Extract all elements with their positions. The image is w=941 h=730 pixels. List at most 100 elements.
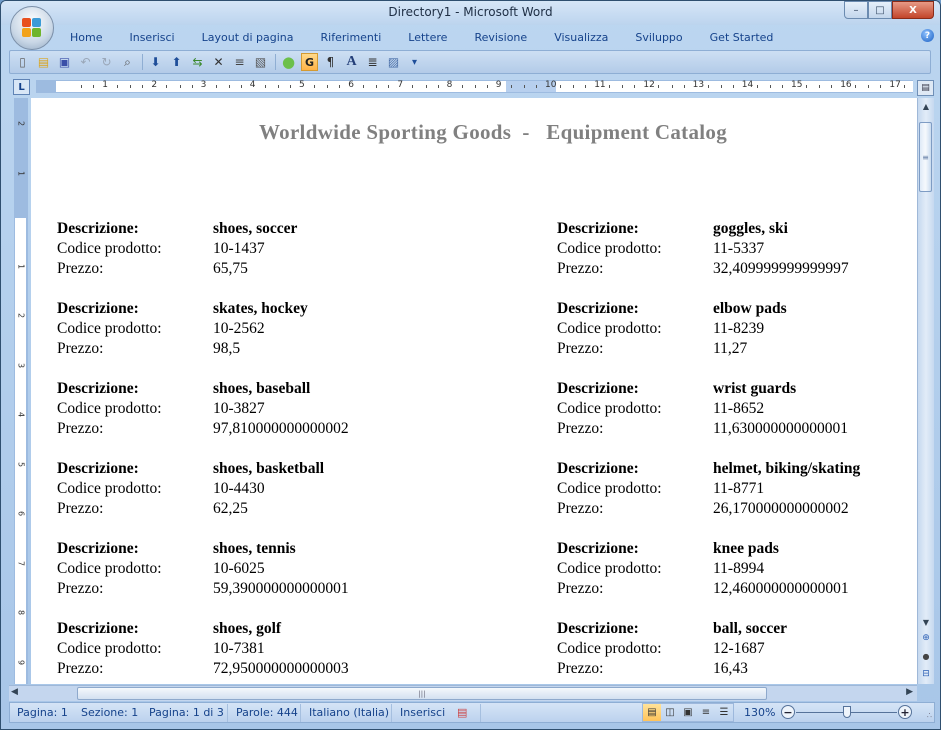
- tab-home[interactable]: Home: [57, 27, 116, 49]
- redo-icon[interactable]: ↻: [98, 53, 115, 71]
- font-a-icon[interactable]: A: [343, 53, 360, 71]
- horizontal-scrollbar[interactable]: ◀ ||| ▶: [9, 685, 917, 701]
- tab-revisione[interactable]: Revisione: [461, 27, 541, 49]
- ruler-tick: [264, 85, 266, 88]
- status-word-count[interactable]: Parole: 444: [236, 706, 298, 719]
- zoom-slider-thumb[interactable]: [842, 706, 851, 718]
- description-label: Descrizione:: [557, 540, 639, 557]
- help-icon[interactable]: ?: [921, 29, 934, 42]
- undo-icon[interactable]: ↶: [77, 53, 94, 71]
- scroll-left-arrow-icon[interactable]: ◀: [11, 687, 18, 697]
- pilcrow-icon[interactable]: ¶: [322, 53, 339, 71]
- product-description: shoes, golf: [213, 620, 282, 637]
- outline-view-icon[interactable]: ≡: [697, 704, 715, 721]
- status-separator: [391, 704, 392, 722]
- ruler-number: 4: [16, 411, 26, 418]
- status-language[interactable]: Italiano (Italia): [309, 706, 389, 719]
- ruler-tick: [376, 85, 378, 88]
- ruler-tick: [609, 85, 611, 88]
- zoom-out-button[interactable]: −: [781, 705, 795, 719]
- delete-icon[interactable]: ✕: [210, 53, 227, 71]
- product-description: goggles, ski: [713, 220, 788, 237]
- ruler-number: 1: [16, 170, 26, 176]
- status-separator: [480, 704, 481, 722]
- window-title: Directory1 - Microsoft Word: [388, 5, 553, 19]
- product-record: Descrizione: elbow pads Codice prodotto: 1…: [557, 299, 897, 379]
- view-ruler-button[interactable]: ▤: [917, 80, 934, 96]
- ruler-tick: [314, 85, 315, 88]
- draft-view-icon[interactable]: ☰: [715, 704, 733, 721]
- status-page[interactable]: Pagina: 1: [17, 706, 68, 719]
- resize-grip-icon[interactable]: ∴: [927, 711, 932, 720]
- move-up-icon[interactable]: ⬆: [168, 53, 185, 71]
- maximize-button[interactable]: □: [868, 1, 892, 19]
- tab-riferimenti[interactable]: Riferimenti: [308, 27, 396, 49]
- tab-sviluppo[interactable]: Sviluppo: [622, 27, 696, 49]
- customize-toolbar-icon[interactable]: ▾: [406, 53, 423, 71]
- database-icon[interactable]: ▨: [385, 53, 402, 71]
- price-label: Prezzo:: [557, 500, 604, 517]
- product-price: 98,5: [213, 340, 241, 357]
- horizontal-scroll-thumb[interactable]: |||: [77, 687, 767, 700]
- move-down-icon[interactable]: ⬇: [147, 53, 164, 71]
- ruler-number: 5: [299, 80, 305, 90]
- product-code: 10-4430: [213, 480, 265, 497]
- product-record: Descrizione: shoes, golf Codice prodotto:…: [57, 619, 397, 684]
- ruler-number: 12: [643, 80, 655, 90]
- scroll-up-arrow-icon[interactable]: ▲: [918, 98, 934, 115]
- vertical-scrollbar[interactable]: ▲ ≡ ▼ ⊕ ● ⊟: [917, 98, 934, 684]
- product-record: Descrizione: goggles, ski Codice prodotto…: [557, 219, 897, 299]
- green-circle-icon[interactable]: ●: [280, 53, 297, 71]
- scroll-right-arrow-icon[interactable]: ▶: [906, 687, 913, 697]
- status-section[interactable]: Sezione: 1: [81, 706, 138, 719]
- product-record: Descrizione: helmet, biking/skating Codic…: [557, 459, 897, 539]
- close-button[interactable]: X: [892, 1, 934, 19]
- tab-get-started[interactable]: Get Started: [697, 27, 788, 49]
- web-layout-view-icon[interactable]: ▣: [679, 704, 697, 721]
- g-button-icon[interactable]: G: [301, 53, 318, 71]
- ruler-tick: [806, 85, 807, 88]
- tab-visualizza[interactable]: Visualizza: [541, 27, 622, 49]
- product-record: Descrizione: shoes, baseball Codice prodo…: [57, 379, 397, 459]
- merge-fields-icon[interactable]: ⇆: [189, 53, 206, 71]
- previous-page-icon[interactable]: ⊕: [918, 630, 934, 646]
- toolbar-separator: [275, 54, 276, 70]
- ruler-tick: [720, 85, 722, 88]
- scroll-down-arrow-icon[interactable]: ▼: [918, 615, 934, 629]
- document-page[interactable]: Worldwide Sporting Goods - Equipment Cat…: [31, 98, 917, 684]
- full-screen-reading-view-icon[interactable]: ◫: [661, 704, 679, 721]
- print-preview-icon[interactable]: ⌕: [119, 53, 136, 71]
- print-layout-view-icon[interactable]: ▤: [643, 704, 661, 721]
- new-document-icon[interactable]: ▯: [14, 53, 31, 71]
- code-label: Codice prodotto:: [557, 240, 662, 257]
- horizontal-ruler[interactable]: 1 2 3 4 5 6 7 8 9 10 11 12 13 14 15 16 17: [36, 80, 913, 93]
- zoom-in-button[interactable]: +: [898, 705, 912, 719]
- vertical-scroll-thumb[interactable]: ≡: [919, 122, 932, 192]
- save-icon[interactable]: ▣: [56, 53, 73, 71]
- tab-lettere[interactable]: Lettere: [395, 27, 461, 49]
- window-controls: – □ X: [844, 1, 934, 19]
- tab-layout-di-pagina[interactable]: Layout di pagina: [189, 27, 308, 49]
- status-insert-mode[interactable]: Inserisci: [400, 706, 445, 719]
- ruler-number: 8: [16, 609, 26, 616]
- minimize-button[interactable]: –: [844, 1, 868, 19]
- open-folder-icon[interactable]: ▤: [35, 53, 52, 71]
- vertical-ruler[interactable]: 2 1 1 2 3 4 5 6 7 8 9: [14, 98, 28, 684]
- office-button[interactable]: [10, 6, 54, 50]
- align-text-icon[interactable]: ≡: [231, 53, 248, 71]
- tab-selector-button[interactable]: L: [13, 79, 30, 95]
- macro-record-icon[interactable]: ▤: [457, 706, 467, 719]
- next-page-icon[interactable]: ⊟: [918, 666, 934, 682]
- paragraph-format-icon[interactable]: ≣: [364, 53, 381, 71]
- browse-object-icon[interactable]: ●: [918, 648, 934, 664]
- status-page-of[interactable]: Pagina: 1 di 3: [149, 706, 224, 719]
- price-label: Prezzo:: [57, 340, 104, 357]
- zoom-level[interactable]: 130%: [744, 706, 775, 719]
- product-code: 10-3827: [213, 400, 265, 417]
- product-code: 11-8239: [713, 320, 765, 337]
- price-label: Prezzo:: [557, 260, 604, 277]
- document-icon[interactable]: ▧: [252, 53, 269, 71]
- ruler-number: 16: [840, 80, 852, 90]
- tab-inserisci[interactable]: Inserisci: [116, 27, 188, 49]
- product-code: 10-6025: [213, 560, 265, 577]
